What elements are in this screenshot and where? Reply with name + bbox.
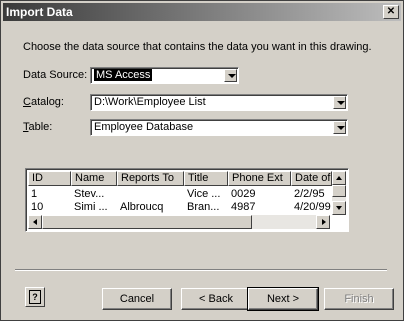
window-title: Import Data — [6, 5, 73, 19]
catalog-value: D:\Work\Employee List — [94, 96, 206, 108]
finish-button[interactable]: Finish — [324, 288, 394, 310]
chevron-down-icon[interactable] — [333, 96, 346, 109]
table-dropdown[interactable]: Employee Database — [90, 119, 348, 136]
data-source-label: Data Source: — [23, 69, 88, 81]
table-cell: 0029 — [231, 188, 256, 200]
catalog-label: Catalog: — [23, 96, 64, 108]
table-cell: Albroucq — [120, 201, 164, 213]
column-header-name[interactable]: Name — [71, 171, 117, 186]
close-icon[interactable]: ✕ — [383, 5, 399, 19]
table-cell: Stev... — [74, 188, 105, 200]
table-cell: 4987 — [231, 201, 256, 213]
column-header-id[interactable]: ID — [28, 171, 71, 186]
column-header-reports-to[interactable]: Reports To — [117, 171, 184, 186]
scroll-up-icon[interactable] — [332, 171, 346, 185]
scroll-left-icon[interactable] — [28, 215, 42, 229]
data-source-dropdown[interactable]: MS Access — [90, 67, 239, 84]
column-header-phone-ext[interactable]: Phone Ext — [228, 171, 291, 186]
title-bar: Import Data ✕ — [3, 3, 401, 21]
table-cell: 2/2/95 — [294, 188, 325, 200]
horizontal-scrollbar[interactable] — [28, 215, 330, 229]
help-button[interactable]: ? — [25, 287, 45, 307]
table-cell: 1 — [31, 188, 38, 200]
vertical-scroll-thumb[interactable] — [332, 185, 346, 197]
table-cell: 4/20/99 — [294, 201, 331, 213]
table-label: Table: — [23, 121, 53, 133]
scroll-down-icon[interactable] — [332, 201, 346, 215]
instruction-text: Choose the data source that contains the… — [23, 41, 372, 53]
scroll-right-icon[interactable] — [316, 215, 330, 229]
table-cell: 10 — [31, 201, 44, 213]
back-button[interactable]: < Back — [181, 288, 251, 310]
table-cell: Bran... — [187, 201, 220, 213]
data-preview-grid[interactable]: ID Name Reports To Title Phone Ext Date … — [25, 168, 349, 232]
table-cell: Simi ... — [74, 201, 108, 213]
help-icon: ? — [29, 290, 41, 304]
vertical-scrollbar[interactable] — [332, 171, 346, 215]
cancel-button[interactable]: Cancel — [102, 288, 172, 310]
data-source-value: MS Access — [94, 69, 153, 81]
table-value: Employee Database — [94, 121, 194, 133]
horizontal-scroll-thumb[interactable] — [42, 215, 252, 229]
chevron-down-icon[interactable] — [224, 69, 237, 82]
chevron-down-icon[interactable] — [333, 121, 346, 134]
next-button[interactable]: Next > — [247, 287, 319, 311]
catalog-dropdown[interactable]: D:\Work\Employee List — [90, 94, 348, 111]
column-header-date-of-hire[interactable]: Date of H — [291, 171, 332, 186]
divider — [15, 269, 387, 271]
column-header-title[interactable]: Title — [184, 171, 228, 186]
import-data-dialog: Import Data ✕ Choose the data source tha… — [0, 0, 404, 321]
table-cell: Vice ... — [187, 188, 221, 200]
